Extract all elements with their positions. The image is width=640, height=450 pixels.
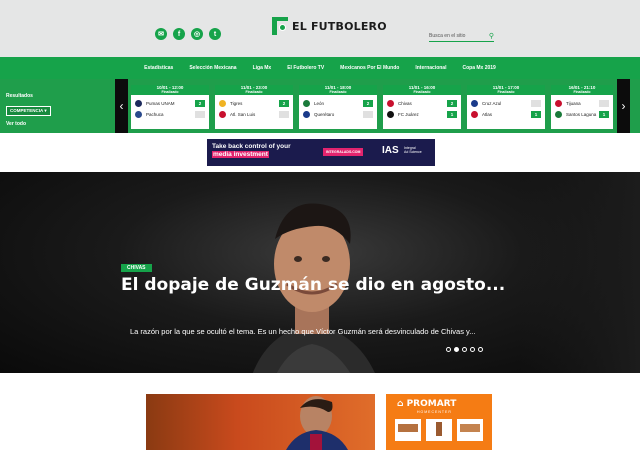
- hero-summary: La razón por la que se ocultó el tema. E…: [130, 327, 476, 336]
- match-home-row: León 2: [299, 98, 377, 109]
- hero-slider[interactable]: [0, 172, 640, 373]
- match-away-row: Pachuca: [131, 109, 209, 120]
- twitter-icon[interactable]: t: [209, 28, 221, 40]
- scores-label: Resultados: [6, 93, 33, 99]
- slider-dots: [446, 347, 483, 352]
- team-crest-icon: [219, 111, 226, 118]
- ad-brand: IAS: [382, 145, 399, 156]
- hero-category-badge[interactable]: CHIVAS: [121, 264, 152, 272]
- main-nav: Estadísticas Selección Mexicana Liga Mx …: [0, 57, 640, 79]
- match-home-row: Tijuana: [551, 98, 613, 109]
- match-away-row: Atl. San Luis: [215, 109, 293, 120]
- match-header: 11/01 - 16:00 Finalizado: [383, 85, 461, 95]
- nav-item-mexicanos[interactable]: Mexicanos Por El Mundo: [332, 65, 407, 71]
- match-card[interactable]: 11/01 - 17:00 Finalizado Cruz Azul Atlas 1: [467, 85, 545, 129]
- nav-item-estadisticas[interactable]: Estadísticas: [136, 65, 181, 71]
- match-header: 11/01 - 18:00 Finalizado: [299, 85, 377, 95]
- slider-dot-active[interactable]: [454, 347, 459, 352]
- logo-mark-icon: [272, 17, 288, 35]
- match-home-row: Tigres 2: [215, 98, 293, 109]
- search-box: ⚲: [429, 30, 494, 42]
- match-card[interactable]: 11/01 - 16:00 Finalizado Chivas 2 FC Juáre…: [383, 85, 461, 129]
- scores-prev-button[interactable]: ‹: [115, 79, 128, 133]
- team-crest-icon: [135, 100, 142, 107]
- player-photo: [286, 396, 348, 450]
- team-crest-icon: [219, 100, 226, 107]
- product-thumb[interactable]: [457, 419, 483, 441]
- slider-dot[interactable]: [446, 347, 451, 352]
- site-logo[interactable]: EL FUTBOLERO: [272, 17, 387, 35]
- competition-button[interactable]: COMPETENCIA ▾: [6, 106, 51, 116]
- article-card-image[interactable]: [146, 394, 375, 450]
- team-crest-icon: [303, 100, 310, 107]
- ad-line-2: media investment: [212, 151, 269, 158]
- team-crest-icon: [471, 100, 478, 107]
- scores-panel: Resultados COMPETENCIA ▾ Ver todo: [6, 93, 106, 127]
- match-away-row: Querétaro: [299, 109, 377, 120]
- team-crest-icon: [555, 111, 562, 118]
- team-crest-icon: [471, 111, 478, 118]
- instagram-icon[interactable]: ◎: [191, 28, 203, 40]
- slider-dot[interactable]: [470, 347, 475, 352]
- match-card[interactable]: 11/01 - 18:00 Finalizado León 2 Querétaro: [299, 85, 377, 129]
- nav-item-tv[interactable]: El Futbolero TV: [279, 65, 332, 71]
- scores-next-button[interactable]: ›: [617, 79, 630, 133]
- match-header: 11/01 - 23:00 Finalizado: [215, 85, 293, 95]
- view-all-link[interactable]: Ver todo: [6, 121, 106, 127]
- match-home-row: Chivas 2: [383, 98, 461, 109]
- promart-logo: ⌂ PROMART: [397, 399, 457, 409]
- ad-brand-sub: Integral Ad Science: [404, 146, 422, 154]
- team-crest-icon: [387, 100, 394, 107]
- nav-item-copa-mx[interactable]: Copa Mx 2019: [454, 65, 503, 71]
- slider-dot[interactable]: [462, 347, 467, 352]
- nav-item-liga-mx[interactable]: Liga Mx: [245, 65, 280, 71]
- search-input[interactable]: [429, 32, 481, 39]
- match-away-row: FC Juárez 1: [383, 109, 461, 120]
- logo-text: EL FUTBOLERO: [292, 19, 387, 33]
- product-thumb[interactable]: [395, 419, 421, 441]
- ad-banner[interactable]: Take back control of your media investme…: [207, 139, 435, 166]
- search-icon[interactable]: ⚲: [489, 32, 494, 40]
- match-away-row: Atlas 1: [467, 109, 545, 120]
- team-crest-icon: [135, 111, 142, 118]
- match-header: 10/01 - 12:00 Finalizado: [131, 85, 209, 95]
- match-card[interactable]: 16/01 - 21:10 Finalizado Tijuana Santos L…: [551, 85, 613, 129]
- slider-dot[interactable]: [478, 347, 483, 352]
- match-home-row: Pumas UNAM 2: [131, 98, 209, 109]
- ad-cta-button[interactable]: INTEGRALADS.COM: [323, 148, 364, 156]
- ad-line-1: Take back control of your: [212, 143, 291, 150]
- match-card[interactable]: 10/01 - 12:00 Finalizado Pumas UNAM 2 Pach…: [131, 85, 209, 129]
- site-header: ✉ f ◎ t EL FUTBOLERO ⚲: [0, 0, 640, 57]
- product-thumb[interactable]: [426, 419, 452, 441]
- social-links: ✉ f ◎ t: [155, 28, 221, 40]
- team-crest-icon: [555, 100, 562, 107]
- match-header: 16/01 - 21:10 Finalizado: [551, 85, 613, 95]
- mail-icon[interactable]: ✉: [155, 28, 167, 40]
- promart-sub: HOMECENTER: [417, 410, 452, 414]
- nav-item-seleccion[interactable]: Selección Mexicana: [181, 65, 244, 71]
- hero-headline[interactable]: El dopaje de Guzmán se dio en agosto...: [121, 275, 505, 295]
- match-home-row: Cruz Azul: [467, 98, 545, 109]
- nav-item-internacional[interactable]: Internacional: [407, 65, 454, 71]
- team-crest-icon: [387, 111, 394, 118]
- match-header: 11/01 - 17:00 Finalizado: [467, 85, 545, 95]
- match-card[interactable]: 11/01 - 23:00 Finalizado Tigres 2 Atl. San…: [215, 85, 293, 129]
- match-away-row: Santos Laguna 1: [551, 109, 613, 120]
- facebook-icon[interactable]: f: [173, 28, 185, 40]
- promart-ad[interactable]: ⌂ PROMART HOMECENTER: [386, 394, 492, 450]
- team-crest-icon: [303, 111, 310, 118]
